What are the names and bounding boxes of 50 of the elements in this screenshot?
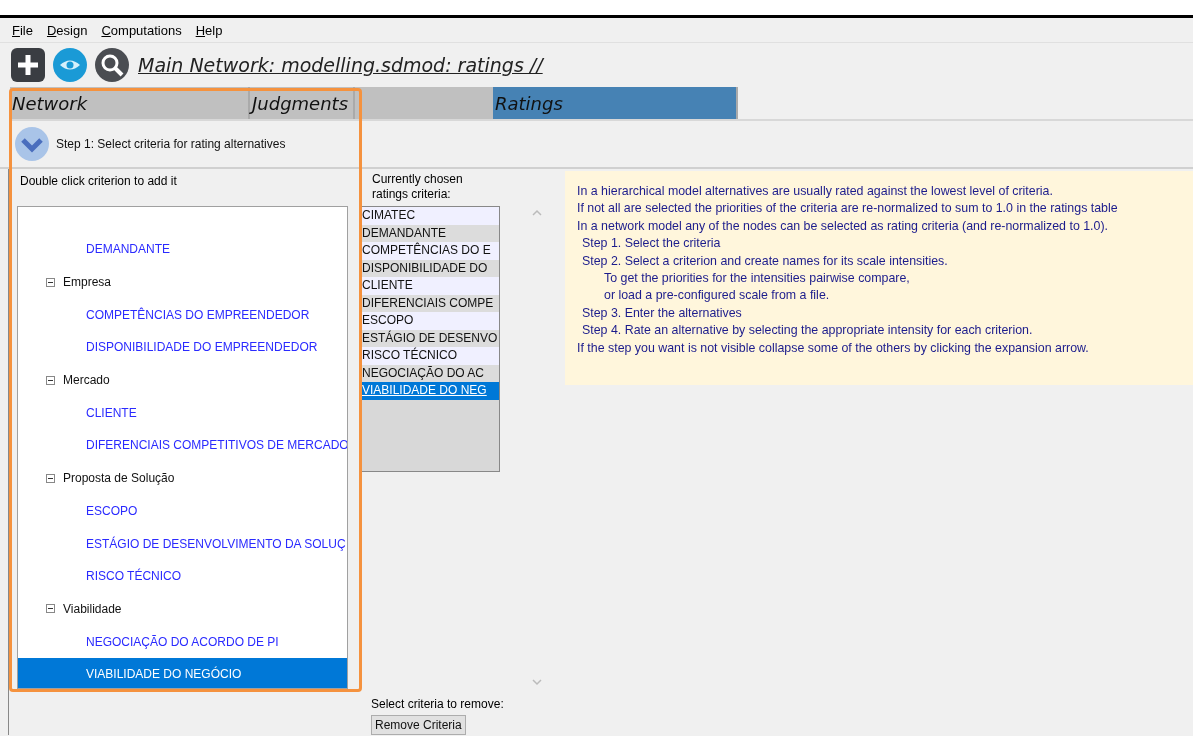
tree-item[interactable]: VIABILIDADE DO NEGÓCIO	[18, 657, 347, 688]
list-item[interactable]: CIMATEC	[361, 207, 499, 225]
collapse-icon[interactable]	[46, 277, 55, 287]
magnifier-icon[interactable]	[94, 47, 130, 83]
tree-item[interactable]: ESTÁGIO DE DESENVOLVIMENTO DA SOLUÇ	[18, 527, 347, 560]
list-caption: Currently chosen ratings criteria:	[371, 171, 464, 203]
tree-item[interactable]: NEGOCIAÇÃO DO ACORDO DE PI	[18, 625, 347, 658]
tree-category[interactable]: Viabilidade	[63, 601, 122, 616]
list-item[interactable]: CLIENTE	[361, 277, 499, 295]
tree-item[interactable]: DISPONIBILIDADE DO EMPREENDEDOR	[18, 331, 347, 364]
tree-item[interactable]: DEMANDANTE	[18, 233, 347, 266]
eye-icon[interactable]	[52, 47, 88, 83]
menu-item[interactable]: Computations	[101, 23, 182, 38]
remove-criteria-button[interactable]: Remove Criteria	[371, 715, 466, 735]
tree-category[interactable]: Empresa	[63, 275, 112, 290]
tree-item[interactable]: COMPETÊNCIAS DO EMPREENDEDOR	[18, 298, 347, 332]
collapse-icon[interactable]	[46, 604, 55, 614]
step-title: Step 1: Select criteria for rating alternatives	[56, 137, 286, 151]
menu-item[interactable]: Design	[46, 23, 88, 38]
chevron-down-icon[interactable]	[14, 126, 50, 162]
list-item[interactable]: RISCO TÉCNICO	[361, 347, 499, 365]
help-text-line: In a network model any of the nodes can be selected as rating criteria (and re-normalized to 1.0).	[577, 217, 1110, 235]
network-path-title: Main Network: modelling.sdmod: ratings //	[138, 54, 543, 76]
help-text-line: or load a pre-configured scale from a file.	[603, 287, 831, 305]
help-text-line: If not all are selected the priorities of the criteria are re-normalized to sum to 1.0 in the ratings table	[577, 200, 1119, 218]
help-text-line: To get the priorities for the intensities pairwise compare,	[603, 270, 911, 288]
help-text-line: If the step you want is not visible collapse some of the others by clicking the expansion arrow.	[577, 339, 1090, 357]
menu-item[interactable]: Help	[195, 23, 223, 38]
tree-item[interactable]: CLIENTE	[18, 396, 347, 430]
menu-item[interactable]: File	[12, 23, 33, 38]
tree-item[interactable]: ESCOPO	[18, 494, 347, 528]
help-text-line: Step 2. Select a criterion and create names for its scale intensities.	[581, 252, 949, 270]
tree-caption: Double click criterion to add it	[19, 173, 178, 190]
tab[interactable]: Judgments	[250, 87, 355, 119]
tab[interactable]: Ratings	[493, 87, 738, 119]
list-item[interactable]: ESCOPO	[361, 312, 499, 330]
tab[interactable]: Network	[10, 87, 250, 119]
help-text-line: Step 3. Enter the alternatives	[581, 304, 743, 322]
help-text-line: Step 1. Select the criteria	[581, 235, 722, 253]
help-text-line: Step 4. Rate an alternative by selecting the appropriate intensity for each criterion.	[581, 322, 1034, 340]
collapse-icon[interactable]	[46, 375, 55, 385]
collapse-icon[interactable]	[46, 473, 55, 483]
list-item[interactable]: VIABILIDADE DO NEG	[361, 382, 499, 400]
list-item[interactable]: COMPETÊNCIAS DO E	[361, 242, 499, 260]
add-icon[interactable]	[10, 47, 46, 83]
help-text-line: In a hierarchical model alternatives are usually rated against the lowest level of criteria.	[577, 183, 1054, 200]
tree-category[interactable]: Mercado	[63, 373, 110, 388]
tree-category[interactable]: Proposta de Solução	[63, 471, 175, 486]
tree-item[interactable]: RISCO TÉCNICO	[18, 559, 347, 593]
remove-caption: Select criteria to remove:	[371, 697, 505, 711]
